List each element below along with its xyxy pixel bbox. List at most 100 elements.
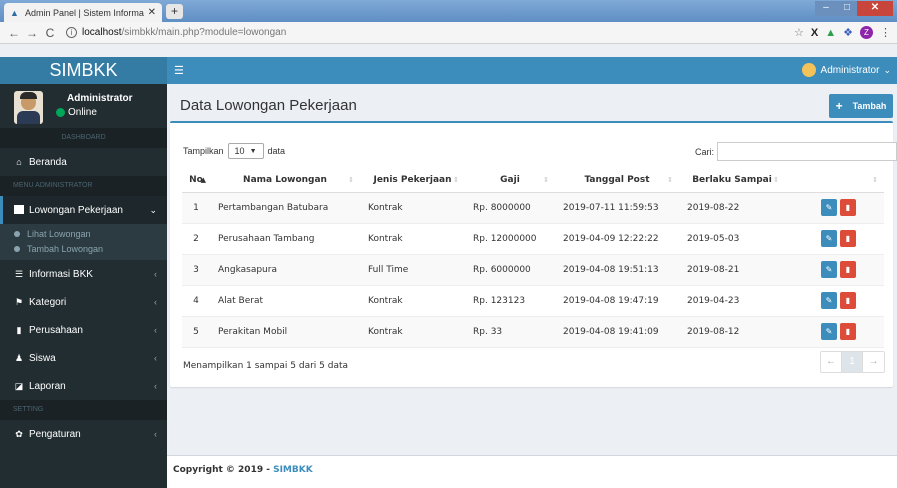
- page-length-select[interactable]: 10 ▼: [227, 143, 264, 159]
- col-header-jenis[interactable]: Jenis Pekerjaan ⇕: [360, 169, 465, 193]
- chevron-down-icon: ⌄: [883, 64, 891, 75]
- home-icon: ⌂: [16, 157, 22, 167]
- table-row: 4 Alat Berat Kontrak Rp. 123123 2019-04-…: [182, 285, 884, 317]
- table-header-row: No ▲ Nama Lowongan ⇕ Jenis Pekerjaan ⇕ Gaji…: [182, 169, 884, 193]
- edit-button[interactable]: ✎: [821, 292, 837, 309]
- pager-next-button[interactable]: →: [863, 352, 884, 372]
- status-text: Online: [68, 107, 97, 118]
- delete-button[interactable]: ▮: [840, 230, 856, 247]
- close-window-icon[interactable]: ✕: [857, 1, 893, 16]
- cell-berlaku: 2019-08-21: [679, 254, 785, 286]
- table-row: 3 Angkasapura Full Time Rp. 6000000 2019…: [182, 254, 884, 286]
- sort-icon: ⇕: [773, 176, 779, 184]
- cell-berlaku: 2019-04-23: [679, 285, 785, 317]
- sidebar-item-perusahaan[interactable]: ▮ Perusahaan ‹: [0, 316, 167, 344]
- subitem-label: Lihat Lowongan: [27, 228, 91, 239]
- browser-tab[interactable]: ▲ Admin Panel | Sistem Informasi B ✕: [4, 3, 162, 22]
- menu-toggle-icon[interactable]: ☰: [174, 64, 184, 77]
- cell-no: 2: [182, 223, 210, 255]
- cell-actions: ✎ ▮: [785, 192, 884, 224]
- book-icon: ◪: [14, 380, 24, 391]
- search-input[interactable]: [717, 142, 897, 161]
- add-button-label: Tambah: [852, 101, 887, 111]
- edit-button[interactable]: ✎: [821, 230, 837, 247]
- col-header-tanggal[interactable]: Tanggal Post ⇕: [555, 169, 679, 193]
- cell-nama: Pertambangan Batubara: [210, 192, 360, 224]
- sidebar-item-siswa[interactable]: ♟ Siswa ‹: [0, 344, 167, 372]
- cell-actions: ✎ ▮: [785, 254, 884, 286]
- user-menu[interactable]: Administrator ⌄: [801, 63, 891, 77]
- delete-button[interactable]: ▮: [840, 261, 856, 278]
- col-header-no[interactable]: No ▲: [182, 169, 210, 193]
- url-field[interactable]: localhost/simbkk/main.php?module=lowonga…: [82, 27, 794, 38]
- dropdown-arrow-icon: ▼: [249, 147, 257, 155]
- sidebar-item-informasi[interactable]: ☰ Informasi BKK ‹: [0, 260, 167, 288]
- edit-button[interactable]: ✎: [821, 323, 837, 340]
- browser-tab-title: Admin Panel | Sistem Informasi B: [25, 7, 144, 18]
- cell-gaji: Rp. 6000000: [465, 254, 555, 286]
- plus-icon: +: [835, 99, 843, 113]
- delete-button[interactable]: ▮: [840, 292, 856, 309]
- dropbox-icon[interactable]: ❖: [843, 26, 853, 39]
- cell-tanggal: 2019-04-08 19:51:13: [555, 254, 679, 286]
- cell-no: 4: [182, 285, 210, 317]
- cell-nama: Alat Berat: [210, 285, 360, 317]
- extension-x-icon[interactable]: X: [811, 27, 818, 39]
- col-header-berlaku[interactable]: Berlaku Sampai ⇕: [679, 169, 785, 193]
- sidebar-subitem-lihat[interactable]: Lihat Lowongan: [0, 226, 167, 241]
- sort-icon: ⇕: [543, 176, 549, 184]
- length-suffix: data: [267, 146, 286, 156]
- col-header-nama[interactable]: Nama Lowongan ⇕: [210, 169, 360, 193]
- gear-icon: ✿: [15, 428, 23, 439]
- back-icon[interactable]: ←: [6, 26, 22, 40]
- sidebar-item-label: Kategori: [29, 296, 67, 308]
- sidebar-subitem-tambah[interactable]: Tambah Lowongan: [0, 241, 167, 256]
- sidebar-item-lowongan[interactable]: Lowongan Pekerjaan ⌄: [0, 196, 167, 224]
- online-dot-icon: [56, 108, 65, 117]
- forward-icon[interactable]: →: [24, 26, 40, 40]
- new-tab-button[interactable]: +: [166, 4, 183, 19]
- delete-button[interactable]: ▮: [840, 199, 856, 216]
- edit-button[interactable]: ✎: [821, 199, 837, 216]
- pagination: ← 1 →: [820, 351, 885, 373]
- table-info: Menampilkan 1 sampai 5 dari 5 data: [183, 361, 349, 371]
- pager-prev-button[interactable]: ←: [821, 352, 842, 372]
- site-info-icon[interactable]: i: [66, 27, 77, 38]
- edit-button[interactable]: ✎: [821, 261, 837, 278]
- close-tab-icon[interactable]: ✕: [148, 7, 156, 18]
- maximize-window-icon[interactable]: □: [837, 1, 857, 16]
- bookmark-star-icon[interactable]: ☆: [794, 26, 804, 39]
- edit-icon: ✎: [825, 203, 833, 212]
- sidebar-header-setting: SETTING: [0, 400, 167, 420]
- subitem-label: Tambah Lowongan: [27, 243, 104, 254]
- cell-tanggal: 2019-04-09 12:22:22: [555, 223, 679, 255]
- briefcase-icon: [13, 204, 25, 216]
- sidebar-item-pengaturan[interactable]: ✿ Pengaturan ‹: [0, 420, 167, 448]
- chevron-left-icon: ‹: [154, 325, 157, 335]
- sidebar-item-beranda[interactable]: ⌂ Beranda: [0, 148, 167, 176]
- data-box: Tampilkan 10 ▼ data Cari: No ▲ Nama Lowong…: [170, 121, 897, 387]
- delete-button[interactable]: ▮: [840, 323, 856, 340]
- profile-avatar-icon[interactable]: Z: [860, 26, 873, 39]
- trash-icon: ▮: [845, 327, 851, 336]
- brand-logo[interactable]: SIMBKK: [0, 57, 167, 84]
- lowongan-submenu: Lihat Lowongan Tambah Lowongan: [0, 224, 167, 260]
- sidebar-item-laporan[interactable]: ◪ Laporan ‹: [0, 372, 167, 400]
- sidebar-item-kategori[interactable]: ⚑ Kategori ‹: [0, 288, 167, 316]
- browser-menu-icon[interactable]: ⋮: [880, 26, 891, 39]
- footer-brand-link[interactable]: SIMBKK: [273, 465, 313, 475]
- pager-page-button[interactable]: 1: [842, 352, 863, 372]
- sidebar-user-name: Administrator: [67, 93, 133, 104]
- cell-berlaku: 2019-08-12: [679, 316, 785, 348]
- reload-icon[interactable]: C: [42, 26, 58, 40]
- search-control: Cari:: [695, 142, 897, 161]
- cell-jenis: Kontrak: [360, 192, 465, 224]
- trash-icon: ▮: [845, 296, 851, 305]
- col-header-label: Tanggal Post: [584, 175, 650, 186]
- add-button[interactable]: + Tambah: [829, 94, 893, 118]
- cell-tanggal: 2019-04-08 19:47:19: [555, 285, 679, 317]
- col-header-gaji[interactable]: Gaji ⇕: [465, 169, 555, 193]
- minimize-window-icon[interactable]: –: [815, 1, 837, 16]
- drive-icon[interactable]: ▲: [825, 27, 836, 39]
- col-header-aksi[interactable]: ⇕: [785, 169, 884, 193]
